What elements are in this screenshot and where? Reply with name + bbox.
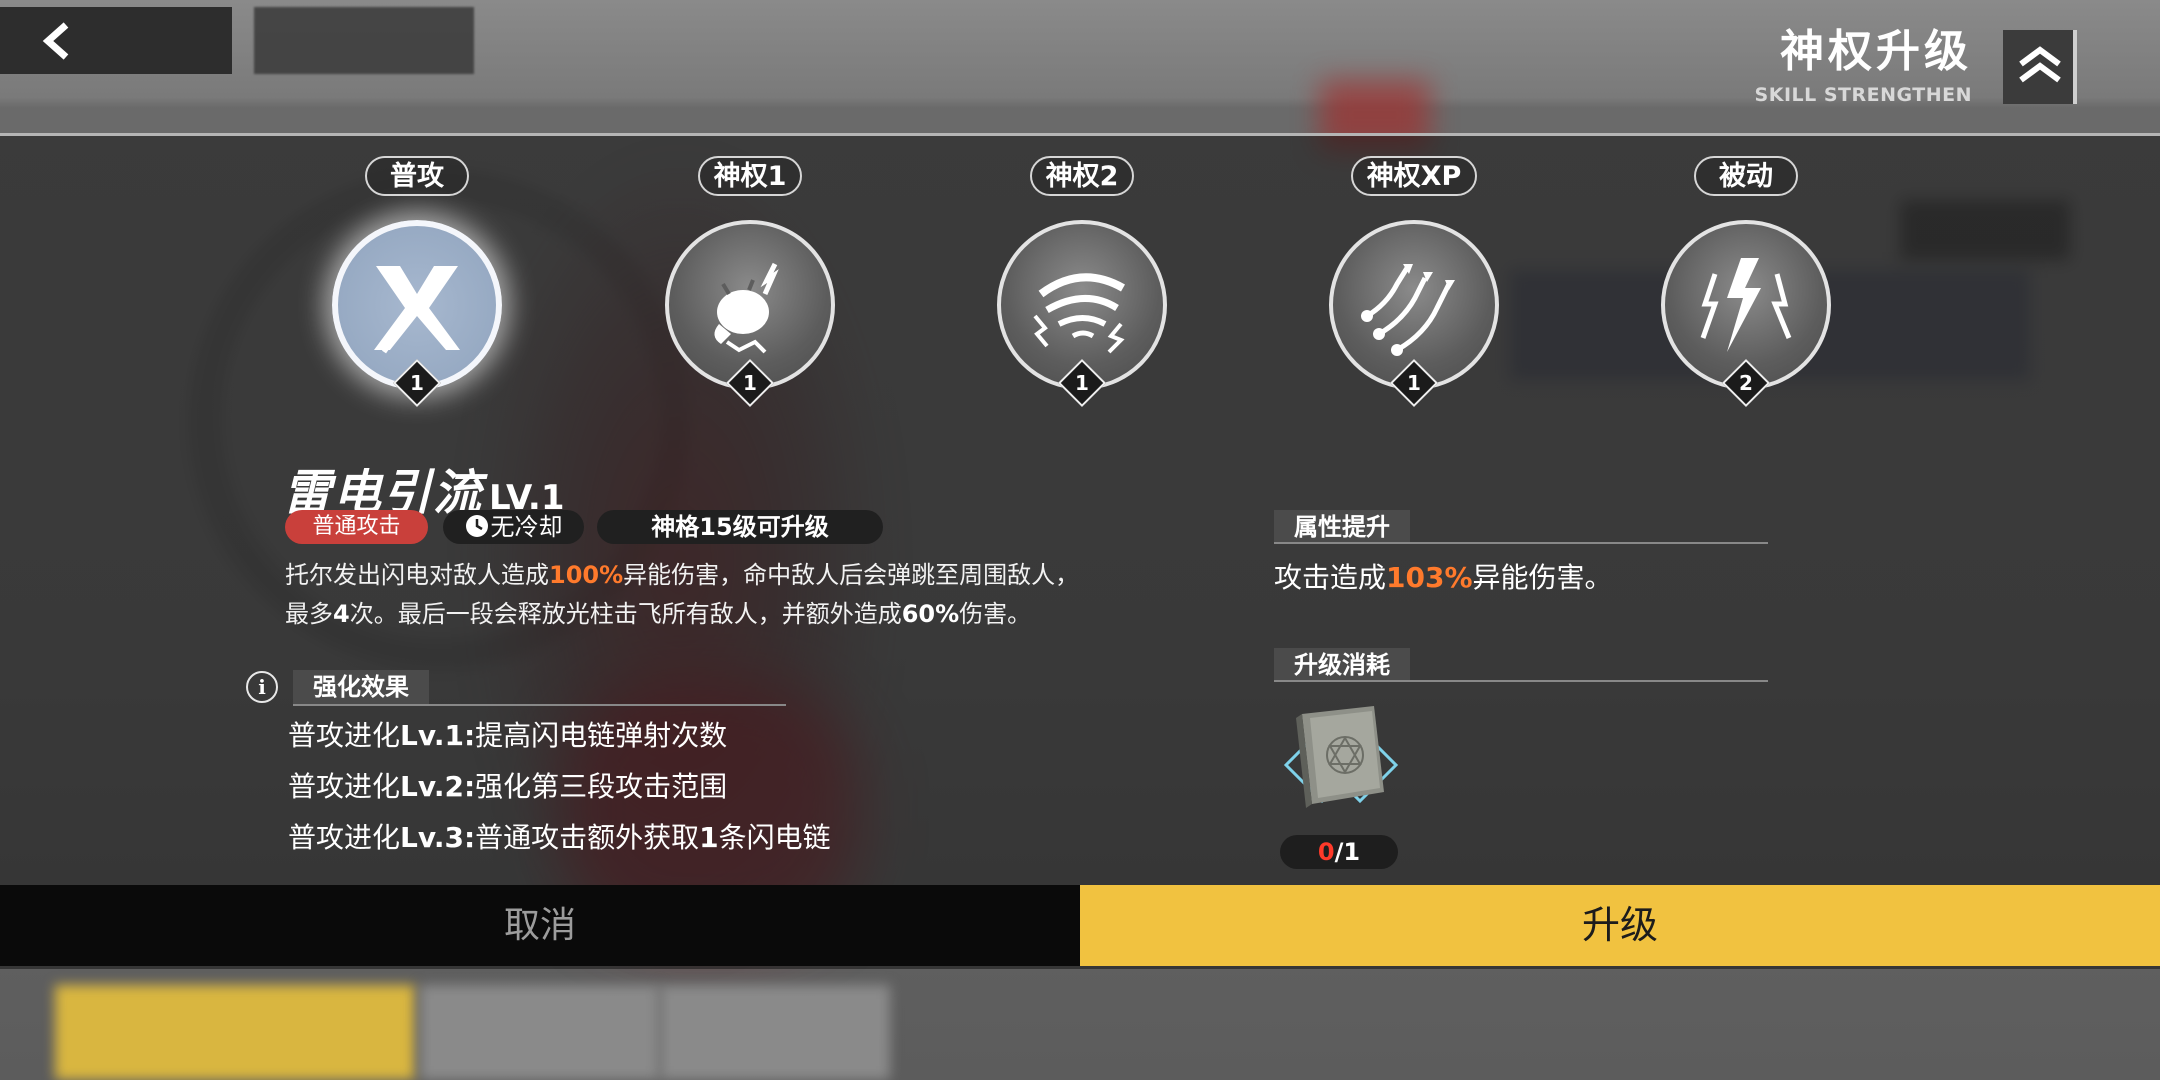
skill-type-chip: 普通攻击 — [285, 510, 428, 544]
upgrade-button[interactable]: 升级 — [1080, 885, 2160, 966]
enhance-item: 普攻进化Lv.3:普通攻击额外获取1条闪电链 — [288, 821, 831, 854]
cooldown-chip: 无冷却 — [443, 510, 584, 544]
skill-tab-normal-attack[interactable]: 普攻 1 — [317, 156, 517, 408]
skill-tab-divine-2[interactable]: 神权2 1 — [982, 156, 1182, 408]
page-title-cn: 神权升级 — [1780, 26, 1972, 77]
requirement-chip: 神格15级可升级 — [597, 510, 883, 544]
enhance-divider — [293, 704, 786, 706]
skill-tab-label: 神权XP — [1350, 156, 1478, 196]
cost-divider — [1274, 680, 1768, 682]
attribute-text: 攻击造成103%异能伤害。 — [1274, 561, 1613, 594]
home-button[interactable] — [254, 7, 474, 74]
page-title-en: SKILL STRENGTHEN — [1754, 84, 1972, 106]
skill-tab-divine-1[interactable]: 神权1 1 — [650, 156, 850, 408]
cost-heading: 升级消耗 — [1274, 648, 1410, 682]
skill-tab-label: 神权1 — [697, 156, 803, 196]
info-icon[interactable]: i — [246, 671, 278, 703]
attribute-divider — [1274, 542, 1768, 544]
skill-tab-label: 神权2 — [1029, 156, 1135, 196]
enhance-item: 普攻进化Lv.1:提高闪电链弹射次数 — [288, 719, 728, 752]
enhance-item: 普攻进化Lv.2:强化第三段攻击范围 — [288, 770, 728, 803]
cancel-button[interactable]: 取消 — [0, 885, 1080, 966]
rank-chevron-icon — [2003, 30, 2077, 104]
skill-tab-label: 被动 — [1694, 156, 1798, 196]
cost-count: 0/1 — [1280, 835, 1398, 869]
skill-tab-passive[interactable]: 被动 2 — [1646, 156, 1846, 408]
attribute-heading: 属性提升 — [1274, 510, 1410, 544]
spell-book-icon[interactable] — [1276, 700, 1406, 830]
clock-icon — [465, 515, 488, 537]
chevron-left-icon — [42, 22, 69, 60]
skill-tab-divine-xp[interactable]: 神权XP 1 — [1314, 156, 1514, 408]
skill-description: 托尔发出闪电对敌人造成100%异能伤害，命中敌人后会弹跳至周围敌人， 最多4次。… — [285, 561, 1080, 628]
back-button[interactable] — [0, 7, 232, 74]
skill-tab-label: 普攻 — [365, 156, 469, 196]
page-title: 神权升级 SKILL STRENGTHEN — [1755, 26, 1972, 106]
enhance-heading: 强化效果 — [293, 670, 429, 704]
